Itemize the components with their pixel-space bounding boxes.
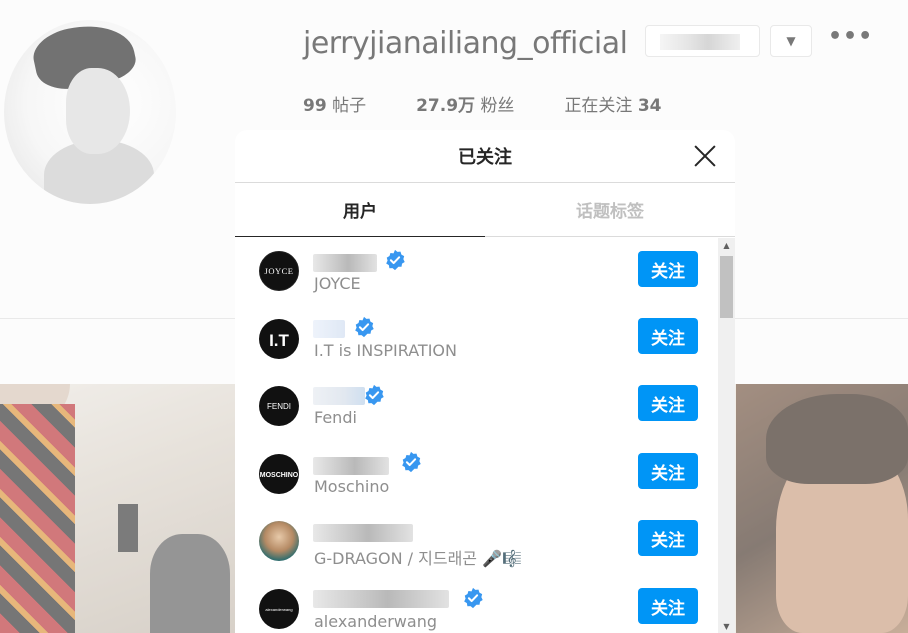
avatar[interactable]: [259, 521, 299, 561]
follow-button[interactable]: 关注: [638, 251, 698, 287]
follow-button[interactable]: 关注: [638, 520, 698, 556]
avatar[interactable]: MOSCHINO: [259, 454, 299, 494]
verified-badge-icon: [464, 587, 483, 609]
avatar[interactable]: alexanderwang: [259, 589, 299, 629]
verified-badge-icon: [365, 384, 384, 406]
avatar[interactable]: FENDI: [259, 386, 299, 426]
avatar[interactable]: I.T: [259, 319, 299, 359]
scroll-down-arrow-icon[interactable]: ▼: [718, 619, 735, 633]
list-scrollbar[interactable]: ▲ ▼: [718, 238, 735, 633]
avatar[interactable]: JOYCE: [259, 251, 299, 291]
svg-text:FENDI: FENDI: [267, 402, 291, 411]
svg-text:JOYCE: JOYCE: [265, 266, 294, 276]
list-item: G-DRAGON / 지드래곤 🎤🎼 关注: [235, 508, 717, 568]
account-username[interactable]: [313, 254, 377, 272]
modal-tabs: 用户 话题标签: [235, 183, 735, 237]
list-item: JOYCE JOYCE 关注: [235, 238, 717, 298]
account-username[interactable]: [313, 387, 365, 405]
verified-badge-icon: [355, 316, 374, 338]
account-fullname: Fendi: [314, 408, 357, 427]
verified-badge-icon: [386, 249, 405, 271]
close-icon[interactable]: [691, 142, 719, 170]
svg-text:alexanderwang: alexanderwang: [265, 607, 292, 612]
follow-button[interactable]: 关注: [638, 588, 698, 624]
list-item: I.T I.T is INSPIRATION 关注: [235, 306, 717, 366]
account-fullname: alexanderwang: [314, 612, 437, 631]
account-username[interactable]: [313, 457, 389, 475]
scroll-thumb[interactable]: [720, 256, 733, 318]
account-fullname: G-DRAGON / 지드래곤 🎤🎼: [314, 549, 522, 568]
follow-button[interactable]: 关注: [638, 453, 698, 489]
svg-text:I.T: I.T: [269, 331, 289, 350]
tab-hashtags[interactable]: 话题标签: [485, 183, 735, 236]
account-username[interactable]: [313, 524, 413, 542]
follow-button[interactable]: 关注: [638, 318, 698, 354]
account-fullname: JOYCE: [314, 274, 361, 293]
account-fullname: I.T is INSPIRATION: [314, 341, 457, 360]
following-list: JOYCE JOYCE 关注 I.T I.T is INSPIRATION 关注…: [235, 238, 735, 633]
scroll-up-arrow-icon[interactable]: ▲: [718, 238, 735, 252]
account-username[interactable]: [313, 590, 449, 608]
account-fullname: Moschino: [314, 477, 390, 496]
svg-text:MOSCHINO: MOSCHINO: [260, 472, 299, 479]
verified-badge-icon: [402, 451, 421, 473]
modal-title: 已关注: [458, 147, 512, 168]
tab-users[interactable]: 用户: [235, 183, 485, 237]
list-item: FENDI Fendi 关注: [235, 373, 717, 433]
account-username[interactable]: [313, 320, 345, 338]
following-modal: 已关注 用户 话题标签 JOYCE JOYCE 关注 I.T I.T is IN…: [235, 130, 735, 633]
modal-header: 已关注: [235, 130, 735, 183]
follow-button[interactable]: 关注: [638, 385, 698, 421]
list-item: MOSCHINO Moschino 关注: [235, 441, 717, 501]
